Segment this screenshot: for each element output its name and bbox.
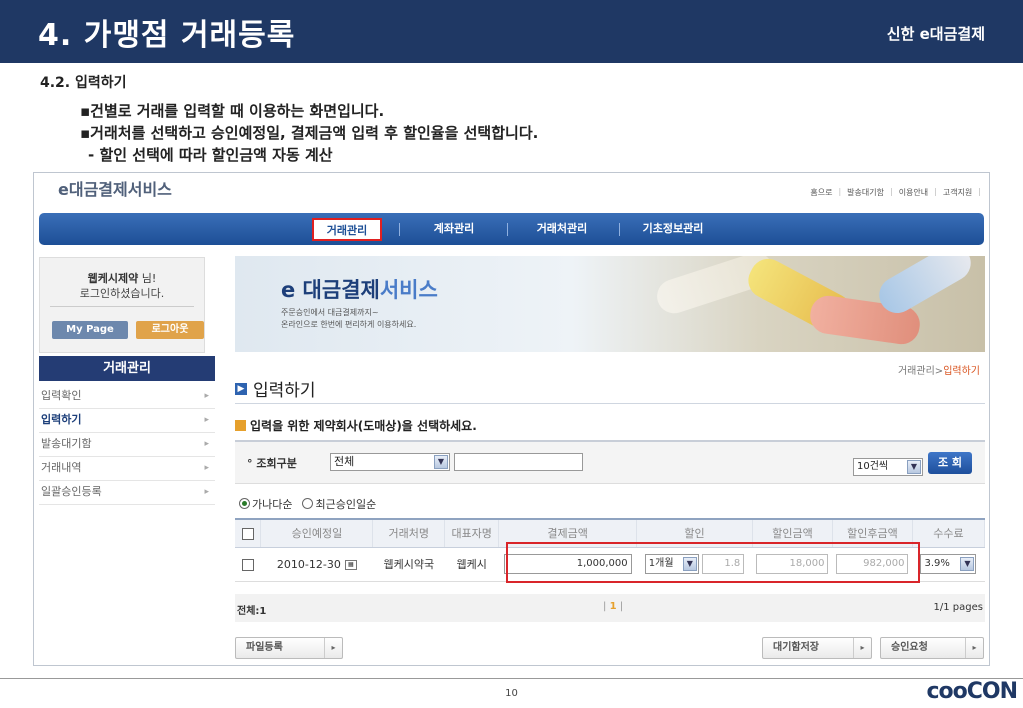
banner-title: e 대금결제서비스 bbox=[281, 278, 438, 302]
col-header: 거래처명 bbox=[372, 518, 446, 548]
banner-description: 주문승인에서 대금결제까지~ 온라인으로 한번에 편리하게 이용하세요. bbox=[281, 308, 417, 329]
arrow-right-icon: ▸ bbox=[324, 638, 342, 658]
sidebar-item-history[interactable]: 거래내역 ▸ bbox=[39, 457, 215, 481]
sidebar-item-bulk-approve[interactable]: 일괄승인등록 ▸ bbox=[39, 481, 215, 505]
sidebar-menu: 입력확인 ▸ 입력하기 ▸ 발송대기함 ▸ 거래내역 ▸ 일괄승인등록 ▸ bbox=[39, 385, 215, 505]
gnb-item-transactions[interactable]: 거래관리 bbox=[312, 218, 382, 241]
representative-cell: 웹케시 bbox=[444, 547, 499, 582]
sort-recent-radio[interactable]: 최근승인일순 bbox=[302, 496, 376, 512]
search-type-label: ° 조회구분 bbox=[247, 457, 297, 470]
search-panel: ° 조회구분 전체 ▼ 10건씩 ▼ 조 회 bbox=[235, 440, 985, 484]
chevron-down-icon: ▼ bbox=[907, 460, 921, 474]
global-nav: 거래관리 계좌관리 거래처관리 기초정보관리 bbox=[39, 213, 984, 245]
logout-button[interactable]: 로그아웃 bbox=[136, 321, 204, 339]
partner-cell: 웹케시약국 bbox=[372, 547, 445, 582]
select-all-cell bbox=[235, 518, 262, 548]
slide: 4. 가맹점 거래등록 신한 e대금결제 4.2. 입력하기 ▪건별로 거래를 … bbox=[0, 0, 1023, 708]
login-box: 웹케시제약 님! 로그인하셨습니다. My Page 로그아웃 bbox=[39, 257, 205, 353]
sidebar-item-confirm[interactable]: 입력확인 ▸ bbox=[39, 385, 215, 409]
col-header: 대표자명 bbox=[444, 518, 500, 548]
search-input[interactable] bbox=[454, 453, 583, 471]
coocon-logo: cooCON bbox=[926, 679, 1018, 704]
arrow-right-icon: ▸ bbox=[965, 638, 983, 658]
gnb-item-basic-info[interactable]: 기초정보관리 bbox=[633, 218, 713, 241]
page-size-select[interactable]: 10건씩 ▼ bbox=[853, 458, 923, 476]
col-header: 승인예정일 bbox=[260, 518, 374, 548]
sidebar-item-input[interactable]: 입력하기 ▸ bbox=[39, 409, 215, 433]
login-message: 로그인하셨습니다. bbox=[79, 287, 165, 300]
sort-options: 가나다순 최근승인일순 bbox=[239, 496, 376, 512]
gnb-item-partners[interactable]: 거래처관리 bbox=[521, 218, 603, 241]
slide-brand: 신한 e대금결제 bbox=[886, 25, 985, 43]
util-link-home[interactable]: 홈으로 bbox=[810, 187, 832, 198]
util-link-support[interactable]: 고객지원 bbox=[943, 187, 972, 198]
slide-header: 4. 가맹점 거래등록 신한 e대금결제 bbox=[0, 0, 1023, 63]
util-link-guide[interactable]: 이용안내 bbox=[899, 187, 928, 198]
util-link-outbox[interactable]: 발송대기함 bbox=[847, 187, 884, 198]
request-approval-button[interactable]: 승인요청 ▸ bbox=[880, 637, 984, 659]
pager-bar: 전체:1 | 1 | 1/1 pages bbox=[235, 594, 985, 622]
section-heading: 4.2. 입력하기 bbox=[40, 75, 127, 91]
slide-title: 4. 가맹점 거래등록 bbox=[38, 17, 296, 53]
highlight-box bbox=[506, 542, 920, 583]
save-to-outbox-button[interactable]: 대기함저장 ▸ bbox=[762, 637, 872, 659]
arrow-right-icon: ▶ bbox=[235, 382, 247, 395]
bullet-list: ▪건별로 거래를 입력할 때 이용하는 화면입니다. ▪거래처를 선택하고 승인… bbox=[80, 100, 538, 166]
bullet-item: ▪거래처를 선택하고 승인예정일, 결제금액 입력 후 할인율을 선택합니다. bbox=[80, 124, 539, 142]
sort-alpha-radio[interactable]: 가나다순 bbox=[239, 496, 292, 512]
banner: e 대금결제서비스 주문승인에서 대금결제까지~ 온라인으로 한번에 편리하게 … bbox=[235, 256, 985, 352]
utility-links: 홈으로 | 발송대기함 | 이용안내 | 고객지원 | bbox=[810, 187, 981, 198]
sidebar-item-outbox[interactable]: 발송대기함 ▸ bbox=[39, 433, 215, 457]
mypage-button[interactable]: My Page bbox=[52, 321, 128, 339]
pagination: | 1 | bbox=[603, 601, 624, 612]
calendar-icon[interactable]: ▦ bbox=[344, 559, 357, 570]
search-type-select[interactable]: 전체 ▼ bbox=[330, 453, 450, 471]
bullet-item: ▪건별로 거래를 입력할 때 이용하는 화면입니다. bbox=[80, 102, 385, 120]
arrow-right-icon: ▸ bbox=[853, 638, 871, 658]
pill-image bbox=[872, 256, 978, 320]
chevron-down-icon: ▼ bbox=[960, 557, 975, 571]
app-logo[interactable]: e대금결제서비스 bbox=[58, 176, 172, 200]
page-info: 1/1 pages bbox=[933, 602, 983, 613]
radio-icon bbox=[302, 498, 314, 509]
bullet-item: - 할인 선택에 따라 할인금액 자동 계산 bbox=[88, 146, 333, 164]
login-user: 웹케시제약 님! bbox=[87, 272, 157, 285]
page-number: 10 bbox=[505, 688, 518, 699]
page-title: ▶ 입력하기 bbox=[235, 376, 316, 401]
file-upload-button[interactable]: 파일등록 ▸ bbox=[235, 637, 343, 659]
breadcrumb: 거래관리>입력하기 bbox=[897, 366, 980, 377]
row-checkbox[interactable] bbox=[241, 558, 254, 571]
arrow-right-icon bbox=[235, 420, 246, 431]
approval-date-cell: 2010-12-30 ▦ bbox=[260, 547, 373, 582]
gnb-item-accounts[interactable]: 계좌관리 bbox=[419, 218, 489, 241]
col-header: 수수료 bbox=[912, 518, 986, 548]
instruction-heading: 입력을 위한 제약회사(도매상)을 선택하세요. bbox=[235, 417, 477, 434]
chevron-down-icon: ▼ bbox=[434, 455, 448, 469]
radio-checked-icon bbox=[239, 498, 250, 509]
app-screenshot: e대금결제서비스 홈으로 | 발송대기함 | 이용안내 | 고객지원 | 거래관리 계좌… bbox=[33, 172, 990, 666]
page-link-current[interactable]: 1 bbox=[610, 601, 617, 612]
sidebar-title: 거래관리 bbox=[39, 356, 215, 381]
fee-cell: 3.9% ▼ bbox=[912, 547, 985, 582]
total-count: 전체:1 bbox=[237, 606, 267, 617]
fee-select[interactable]: 3.9% ▼ bbox=[920, 554, 977, 574]
select-all-checkbox[interactable] bbox=[241, 527, 254, 540]
search-button[interactable]: 조 회 bbox=[928, 452, 972, 474]
